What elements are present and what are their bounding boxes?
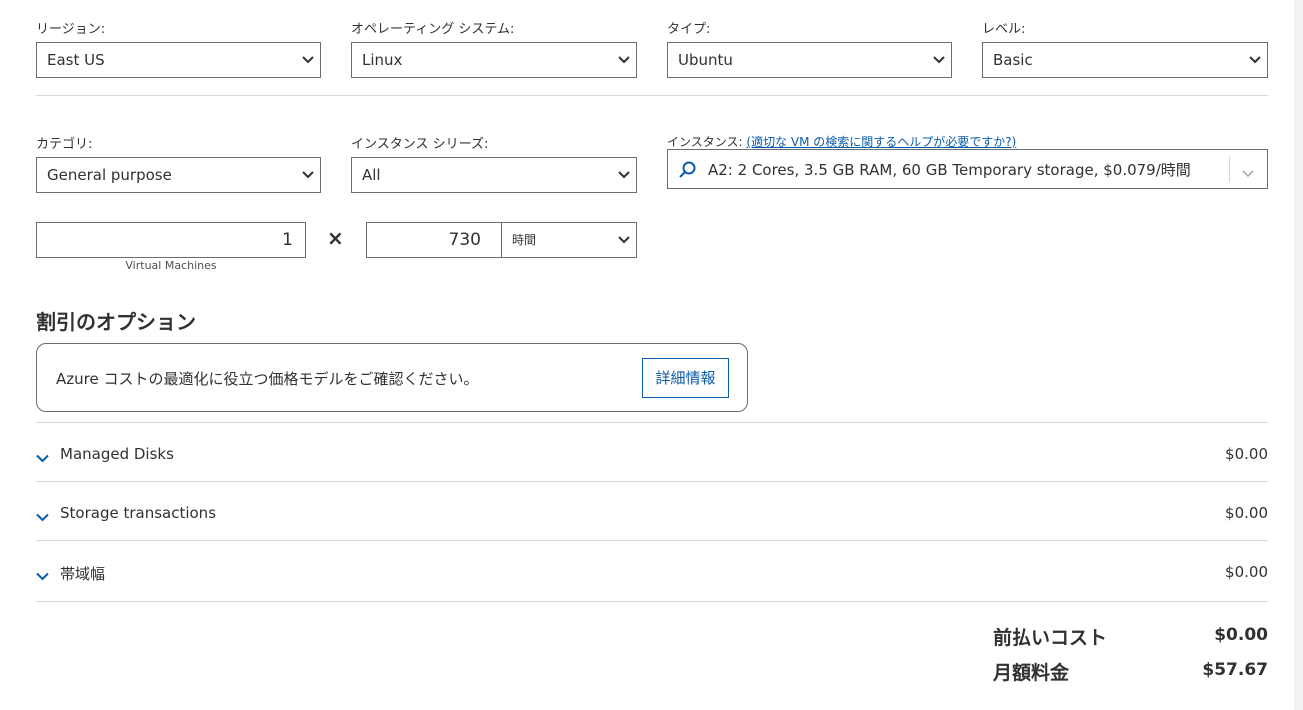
discount-info-box: Azure コストの最適化に役立つ価格モデルをご確認ください。 詳細情報 xyxy=(36,343,748,412)
hours-unit-value: 時間 xyxy=(512,233,537,247)
monthly-cost-label: 月額料金 xyxy=(993,662,1070,684)
instance-combobox[interactable]: A2: 2 Cores, 3.5 GB RAM, 60 GB Temporary… xyxy=(667,149,1268,189)
series-value: All xyxy=(362,166,381,184)
tier-select[interactable]: Basic xyxy=(982,42,1268,78)
divider xyxy=(36,95,1268,96)
chevron-down-icon xyxy=(36,566,49,585)
chevron-down-icon[interactable] xyxy=(1242,164,1254,183)
search-icon xyxy=(678,160,698,184)
chevron-down-icon xyxy=(618,55,630,65)
accordion-label: Managed Disks xyxy=(60,445,174,463)
accordion-price: $0.00 xyxy=(1225,563,1268,581)
accordion-price: $0.00 xyxy=(1225,445,1268,463)
region-select[interactable]: East US xyxy=(36,42,321,78)
accordion-managed-disks[interactable]: Managed Disks $0.00 xyxy=(36,423,1268,481)
instance-label: インスタンス: xyxy=(667,135,743,149)
chevron-down-icon xyxy=(618,235,630,245)
accordion-price: $0.00 xyxy=(1225,504,1268,522)
upfront-cost-label: 前払いコスト xyxy=(993,627,1108,649)
divider xyxy=(36,601,1268,602)
type-value: Ubuntu xyxy=(678,51,733,69)
region-value: East US xyxy=(47,51,105,69)
type-select[interactable]: Ubuntu xyxy=(667,42,952,78)
combobox-separator xyxy=(1229,156,1230,182)
tier-value: Basic xyxy=(993,51,1033,69)
pricing-panel: リージョン: オペレーティング システム: タイプ: レベル: East US … xyxy=(0,0,1294,710)
instance-value: A2: 2 Cores, 3.5 GB RAM, 60 GB Temporary… xyxy=(708,161,1191,179)
chevron-down-icon xyxy=(302,170,314,180)
os-select[interactable]: Linux xyxy=(351,42,637,78)
tier-label: レベル: xyxy=(982,22,1026,37)
times-icon: × xyxy=(327,226,344,250)
series-select[interactable]: All xyxy=(351,157,637,193)
chevron-down-icon xyxy=(36,448,49,467)
hours-input[interactable]: 730 xyxy=(366,222,502,258)
chevron-down-icon xyxy=(933,55,945,65)
category-label: カテゴリ: xyxy=(36,137,93,152)
instance-label-row: インスタンス: (適切な VM の検索に関するヘルプが必要ですか?) xyxy=(667,133,1016,150)
region-label: リージョン: xyxy=(36,22,106,37)
vm-count-input[interactable]: 1 xyxy=(36,222,306,258)
os-value: Linux xyxy=(362,51,403,69)
hours-unit-select[interactable]: 時間 xyxy=(501,222,637,258)
monthly-cost-value: $57.67 xyxy=(1202,660,1268,680)
chevron-down-icon xyxy=(1249,55,1261,65)
category-value: General purpose xyxy=(47,166,172,184)
chevron-down-icon xyxy=(36,507,49,526)
discount-title: 割引のオプション xyxy=(36,310,196,334)
discount-message: Azure コストの最適化に役立つ価格モデルをご確認ください。 xyxy=(56,370,479,388)
os-label: オペレーティング システム: xyxy=(351,22,515,37)
accordion-bandwidth[interactable]: 帯域幅 $0.00 xyxy=(36,541,1268,601)
upfront-cost-value: $0.00 xyxy=(1214,625,1268,645)
accordion-label: 帯域幅 xyxy=(60,565,106,583)
category-select[interactable]: General purpose xyxy=(36,157,321,193)
accordion-label: Storage transactions xyxy=(60,504,217,522)
type-label: タイプ: xyxy=(667,22,711,37)
series-label: インスタンス シリーズ: xyxy=(351,137,489,152)
instance-help-link[interactable]: (適切な VM の検索に関するヘルプが必要ですか?) xyxy=(746,135,1016,149)
accordion-storage-transactions[interactable]: Storage transactions $0.00 xyxy=(36,482,1268,540)
vm-count-caption: Virtual Machines xyxy=(125,259,217,272)
learn-more-button[interactable]: 詳細情報 xyxy=(642,358,729,398)
chevron-down-icon xyxy=(618,170,630,180)
chevron-down-icon xyxy=(302,55,314,65)
